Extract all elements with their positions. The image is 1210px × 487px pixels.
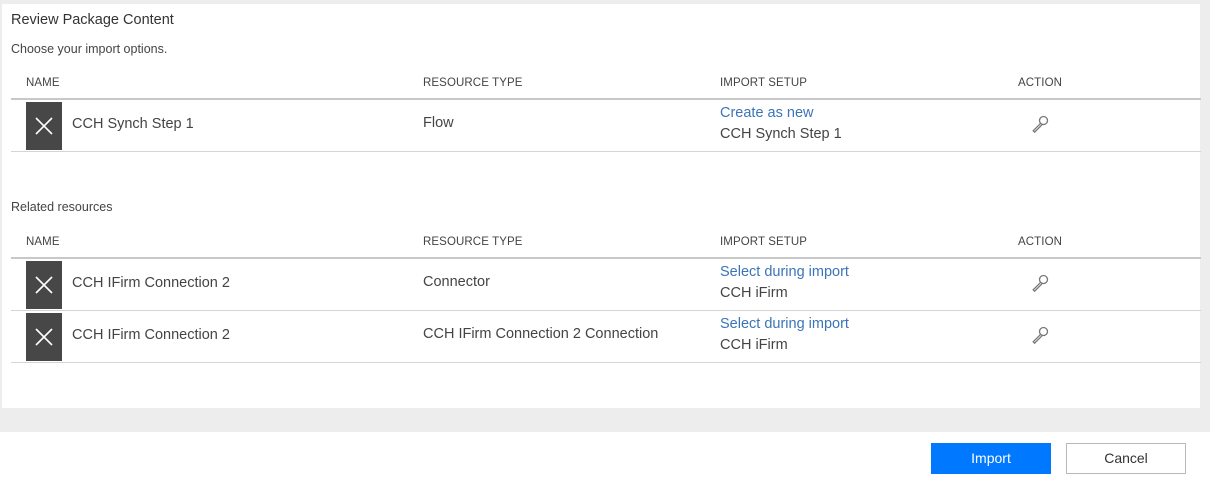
wrench-icon[interactable] xyxy=(1030,325,1050,345)
resource-name: CCH Synch Step 1 xyxy=(72,116,194,132)
row-divider xyxy=(11,362,1201,363)
import-setup-value: CCH iFirm xyxy=(720,337,788,353)
import-setup-value: CCH Synch Step 1 xyxy=(720,126,842,142)
row-divider xyxy=(11,151,1201,152)
import-setup-value: CCH iFirm xyxy=(720,285,788,301)
column-header-resource-type: RESOURCE TYPE xyxy=(423,236,523,248)
column-header-name: NAME xyxy=(26,236,60,248)
table-row[interactable]: CCH IFirm Connection 2 CCH IFirm Connect… xyxy=(11,311,1201,362)
import-setup-link[interactable]: Select during import xyxy=(720,264,849,280)
close-x-icon xyxy=(35,328,53,346)
import-button[interactable]: Import xyxy=(931,443,1051,474)
resource-type: Flow xyxy=(423,115,454,131)
table-row[interactable]: CCH Synch Step 1 Flow Create as new CCH … xyxy=(11,100,1201,151)
column-header-name: NAME xyxy=(26,77,60,89)
dialog-title: Review Package Content xyxy=(11,12,174,28)
resource-name: CCH IFirm Connection 2 xyxy=(72,327,230,343)
import-setup-link[interactable]: Create as new xyxy=(720,105,814,121)
column-header-action: ACTION xyxy=(1018,77,1063,89)
wrench-icon[interactable] xyxy=(1030,114,1050,134)
close-x-icon xyxy=(35,117,53,135)
column-header-resource-type: RESOURCE TYPE xyxy=(423,77,523,89)
table-row[interactable]: CCH IFirm Connection 2 Connector Select … xyxy=(11,259,1201,310)
resource-tile xyxy=(26,313,62,361)
close-x-icon xyxy=(35,276,53,294)
cancel-button[interactable]: Cancel xyxy=(1066,443,1186,474)
resource-tile xyxy=(26,261,62,309)
related-resources-label: Related resources xyxy=(11,200,113,214)
resource-name: CCH IFirm Connection 2 xyxy=(72,275,230,291)
resource-type: Connector xyxy=(423,274,490,290)
column-header-import-setup: IMPORT SETUP xyxy=(720,236,808,248)
import-setup-link[interactable]: Select during import xyxy=(720,316,849,332)
column-header-import-setup: IMPORT SETUP xyxy=(720,77,808,89)
resource-type: CCH IFirm Connection 2 Connection xyxy=(423,326,659,342)
column-header-action: ACTION xyxy=(1018,236,1063,248)
dialog-subtitle: Choose your import options. xyxy=(11,42,168,56)
wrench-icon[interactable] xyxy=(1030,273,1050,293)
resource-tile xyxy=(26,102,62,150)
